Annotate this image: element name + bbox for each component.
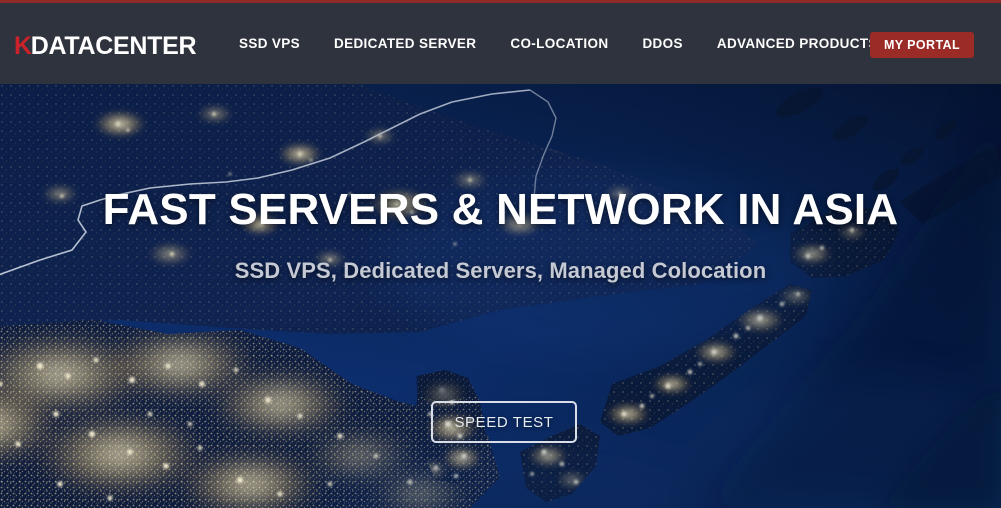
nav-item-label: DDOS xyxy=(642,36,683,51)
logo-wordmark: DATACENTER xyxy=(30,31,197,60)
hero-banner: FAST SERVERS & NETWORK IN ASIA SSD VPS, … xyxy=(0,84,1001,508)
site-header: K DATACENTER SSD VPS DEDICATED SERVER CO-… xyxy=(0,3,1001,84)
nav-item-dedicated-server[interactable]: DEDICATED SERVER xyxy=(317,3,493,84)
hero-content: FAST SERVERS & NETWORK IN ASIA SSD VPS, … xyxy=(0,84,1001,508)
nav-item-ddos[interactable]: DDOS xyxy=(625,3,699,84)
nav-item-ssd-vps[interactable]: SSD VPS xyxy=(232,3,317,84)
my-portal-button[interactable]: MY PORTAL xyxy=(870,32,974,58)
nav-item-co-location[interactable]: CO-LOCATION xyxy=(493,3,625,84)
hero-headline: FAST SERVERS & NETWORK IN ASIA xyxy=(102,185,899,234)
nav-item-label: DEDICATED SERVER xyxy=(333,36,477,51)
nav-item-label: CO-LOCATION xyxy=(510,36,609,51)
site-logo[interactable]: K DATACENTER xyxy=(14,31,197,60)
logo-initial: K xyxy=(14,31,32,60)
hero-subheadline: SSD VPS, Dedicated Servers, Managed Colo… xyxy=(234,258,767,283)
main-navigation: SSD VPS DEDICATED SERVER CO-LOCATION DDO… xyxy=(232,3,917,84)
speed-test-button[interactable]: SPEED TEST xyxy=(431,401,577,443)
nav-item-label: SSD VPS xyxy=(239,36,300,51)
top-accent-bar xyxy=(0,0,1001,3)
nav-item-label: ADVANCED PRODUCTS xyxy=(716,36,878,51)
